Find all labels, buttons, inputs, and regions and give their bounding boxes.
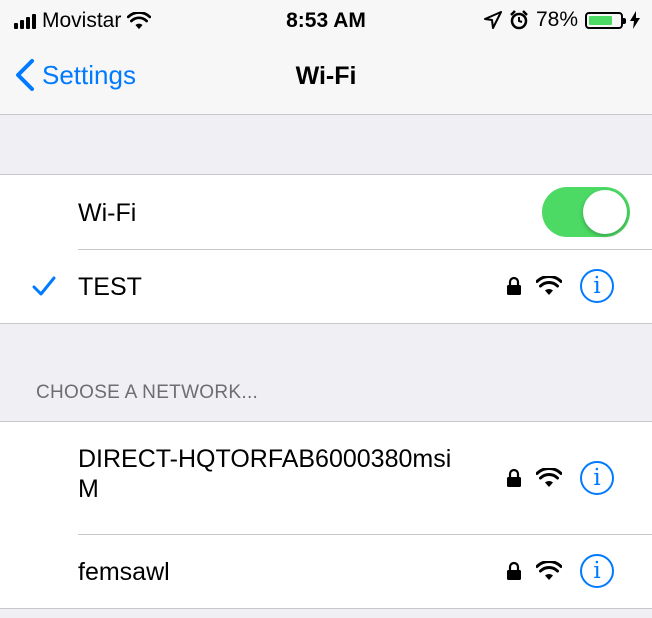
connected-network-name: TEST [78,273,142,301]
wifi-toggle-row: Wi-Fi [0,175,652,249]
battery-icon [585,11,626,29]
network-row[interactable]: DIRECT-HQTORFAB6000380msiM i [0,422,652,534]
alarm-icon [510,10,528,30]
wifi-signal-icon [536,468,562,487]
page-title: Wi-Fi [295,62,357,90]
networks-group: DIRECT-HQTORFAB6000380msiM i femsawl i [0,421,652,609]
connected-network-row[interactable]: TEST i [0,249,652,323]
info-button[interactable]: i [580,461,614,495]
location-icon [483,11,502,29]
network-name: DIRECT-HQTORFAB6000380msiM [78,445,452,503]
lock-icon [507,561,521,580]
toggle-knob [583,190,627,234]
network-status-icons: i [506,422,614,534]
charging-icon [630,11,640,29]
navigation-bar: Settings Wi-Fi [0,40,652,115]
info-button[interactable]: i [580,554,614,588]
lock-icon [507,276,521,295]
status-bar: Movistar 8:53 AM 78% [0,0,652,40]
network-name: femsawl [78,558,170,586]
network-status-icons: i [506,534,614,608]
wifi-signal-icon [536,276,562,295]
network-status-icons: i [506,249,614,323]
lock-icon [507,468,521,487]
battery-percent: 78% [535,8,578,31]
info-button[interactable]: i [580,269,614,303]
wifi-group: Wi-Fi TEST i [0,174,652,324]
status-right: 78% [483,8,640,32]
checkmark-icon [32,276,56,296]
section-header: CHOOSE A NETWORK... [36,382,259,403]
wifi-signal-icon [536,561,562,580]
battery-fill [589,15,613,25]
wifi-toggle-switch[interactable] [542,187,630,237]
network-row[interactable]: femsawl i [0,534,652,608]
wifi-toggle-label: Wi-Fi [78,199,137,227]
